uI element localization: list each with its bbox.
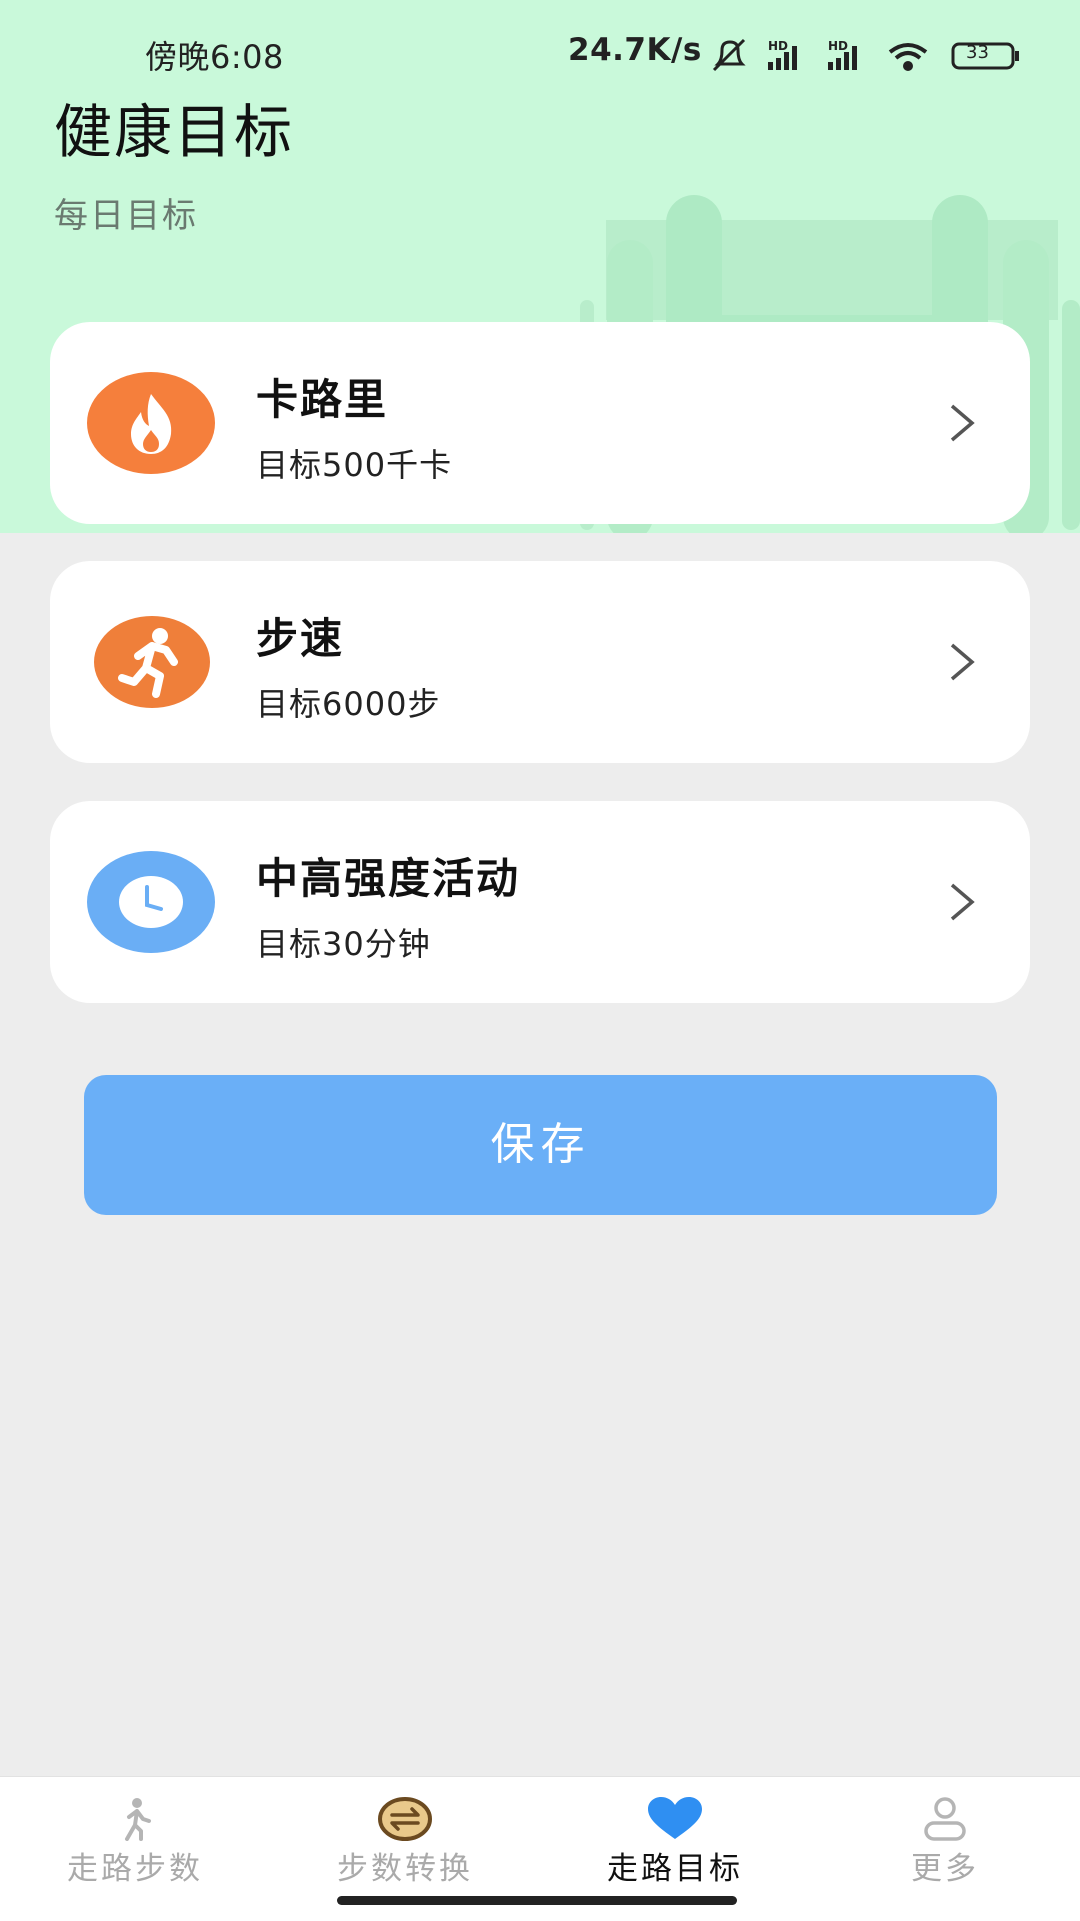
goal-title: 中高强度活动	[256, 854, 521, 903]
svg-text:HD: HD	[828, 39, 848, 53]
mute-bell-icon	[712, 38, 746, 72]
nav-label: 走路步数	[67, 1851, 203, 1887]
goal-card-pace[interactable]: 步速 目标6000步	[50, 561, 1030, 763]
flame-icon	[87, 372, 215, 474]
goal-title: 步速	[256, 614, 345, 663]
heart-icon	[648, 1797, 702, 1839]
swap-arrows-icon	[378, 1797, 432, 1841]
signal-icon: HD	[768, 39, 797, 70]
wifi-icon	[888, 43, 928, 71]
clock-icon	[87, 851, 215, 953]
goal-target: 目标500千卡	[256, 446, 453, 484]
user-icon	[924, 1797, 966, 1841]
nav-item-more[interactable]: 更多	[810, 1777, 1080, 1921]
save-button[interactable]: 保存	[84, 1075, 997, 1215]
chevron-right-icon	[950, 883, 975, 921]
nav-label: 更多	[911, 1851, 979, 1887]
nav-label: 走路目标	[607, 1851, 743, 1887]
goal-card-calories[interactable]: 卡路里 目标500千卡	[50, 322, 1030, 524]
goal-target: 目标6000步	[256, 685, 441, 723]
status-time: 傍晚6:08	[145, 38, 284, 76]
status-bar: 傍晚6:08 24.7K/s HD HD 33	[0, 28, 1080, 78]
svg-text:HD: HD	[768, 39, 788, 53]
running-person-icon	[94, 616, 210, 708]
goal-target: 目标30分钟	[256, 925, 431, 963]
page-subtitle: 每日目标	[54, 196, 198, 236]
walking-person-icon	[125, 1798, 151, 1841]
page-title: 健康目标	[54, 98, 295, 166]
battery-level: 33	[966, 42, 989, 63]
nav-label: 步数转换	[337, 1851, 473, 1887]
chevron-right-icon	[950, 643, 975, 681]
chevron-right-icon	[950, 404, 975, 442]
home-indicator[interactable]	[337, 1896, 737, 1905]
network-speed: 24.7K/s	[568, 32, 702, 68]
nav-item-walking-steps[interactable]: 走路步数	[0, 1777, 270, 1921]
goal-card-activity[interactable]: 中高强度活动 目标30分钟	[50, 801, 1030, 1003]
goal-title: 卡路里	[256, 375, 389, 424]
signal-icon: HD	[828, 39, 857, 70]
